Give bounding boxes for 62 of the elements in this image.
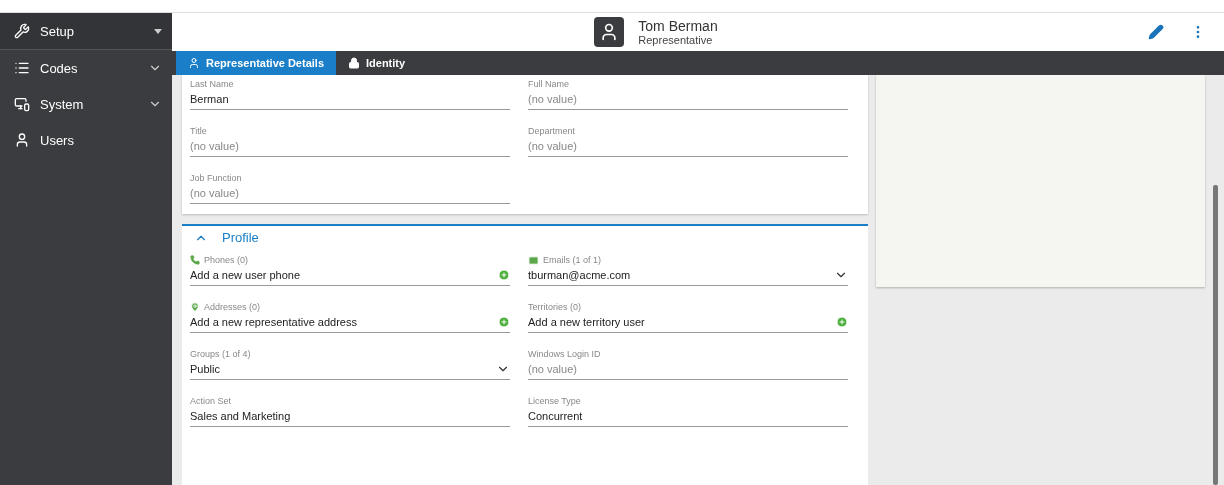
list-icon xyxy=(14,60,30,76)
field-label: Windows Login ID xyxy=(528,349,601,359)
form-field[interactable]: Last Name Berman xyxy=(190,77,510,110)
field-label: Groups (1 of 4) xyxy=(190,349,251,359)
field-label: License Type xyxy=(528,396,581,406)
field-value: Sales and Marketing xyxy=(190,409,291,424)
field-placeholder: (no value) xyxy=(528,362,577,377)
form-field[interactable]: Territories (0) Add a new territory user xyxy=(528,300,848,333)
tab[interactable]: Identity xyxy=(336,51,418,75)
user-name: Tom Berman xyxy=(638,18,718,34)
sidebar-item[interactable]: Setup xyxy=(0,13,172,50)
lock-icon xyxy=(348,57,360,69)
phone-icon xyxy=(190,255,200,265)
field-value: Add a new representative address xyxy=(190,315,357,330)
sidebar-item[interactable]: Codes xyxy=(0,50,172,86)
form-field[interactable]: Job Function (no value) xyxy=(190,171,510,204)
pencil-icon xyxy=(1148,24,1164,40)
field-placeholder: (no value) xyxy=(190,186,239,201)
form-field[interactable]: Addresses (0) Add a new representative address xyxy=(190,300,510,333)
field-label: Action Set xyxy=(190,396,232,406)
field-label: Emails (1 of 1) xyxy=(543,255,602,265)
scrollbar[interactable] xyxy=(1213,185,1218,485)
field-placeholder: (no value) xyxy=(528,139,577,154)
field-value: Public xyxy=(190,362,220,377)
form-field[interactable]: Phones (0) Add a new user phone xyxy=(190,253,510,286)
avatar-icon xyxy=(594,17,625,47)
user-role: Representative xyxy=(638,34,714,46)
caret-icon xyxy=(154,28,162,34)
form-field[interactable]: Title (no value) xyxy=(190,124,510,157)
field-label: Phones (0) xyxy=(204,255,249,265)
field-label: Addresses (0) xyxy=(204,302,261,312)
field-value: Add a new user phone xyxy=(190,268,301,283)
add-icon[interactable] xyxy=(498,316,510,328)
field-label: Full Name xyxy=(528,79,569,89)
field-label: Last Name xyxy=(190,79,234,89)
sidebar-item[interactable]: System xyxy=(0,86,172,122)
add-icon[interactable] xyxy=(498,269,510,281)
sidebar-item[interactable]: Users xyxy=(0,122,172,158)
profile-header[interactable]: Profile xyxy=(190,230,259,245)
form-field[interactable]: Action Set Sales and Marketing xyxy=(190,394,510,427)
user-icon xyxy=(14,132,30,148)
field-label: Job Function xyxy=(190,173,242,183)
add-icon[interactable] xyxy=(836,316,848,328)
form-field[interactable]: Full Name (no value) xyxy=(528,77,848,110)
field-label: Territories (0) xyxy=(528,302,581,312)
form-field[interactable]: Department (no value) xyxy=(528,124,848,157)
field-placeholder: (no value) xyxy=(528,92,577,107)
form-field[interactable]: Windows Login ID (no value) xyxy=(528,347,848,380)
field-value: Berman xyxy=(190,92,229,107)
form-field[interactable]: License Type Concurrent xyxy=(528,394,848,427)
form-field[interactable]: Emails (1 of 1) tburman@acme.com xyxy=(528,253,848,286)
form-field[interactable]: Groups (1 of 4) Public xyxy=(190,347,510,380)
field-value: Concurrent xyxy=(528,409,583,424)
field-label: Title xyxy=(190,126,207,136)
monitor-icon xyxy=(14,96,30,112)
wrench-icon xyxy=(14,23,30,39)
field-value: Add a new territory user xyxy=(528,315,645,330)
user-icon xyxy=(188,57,200,69)
field-label: Department xyxy=(528,126,576,136)
field-placeholder: (no value) xyxy=(190,139,239,154)
tab[interactable]: Representative Details xyxy=(176,51,336,75)
field-value: tburman@acme.com xyxy=(528,268,631,283)
